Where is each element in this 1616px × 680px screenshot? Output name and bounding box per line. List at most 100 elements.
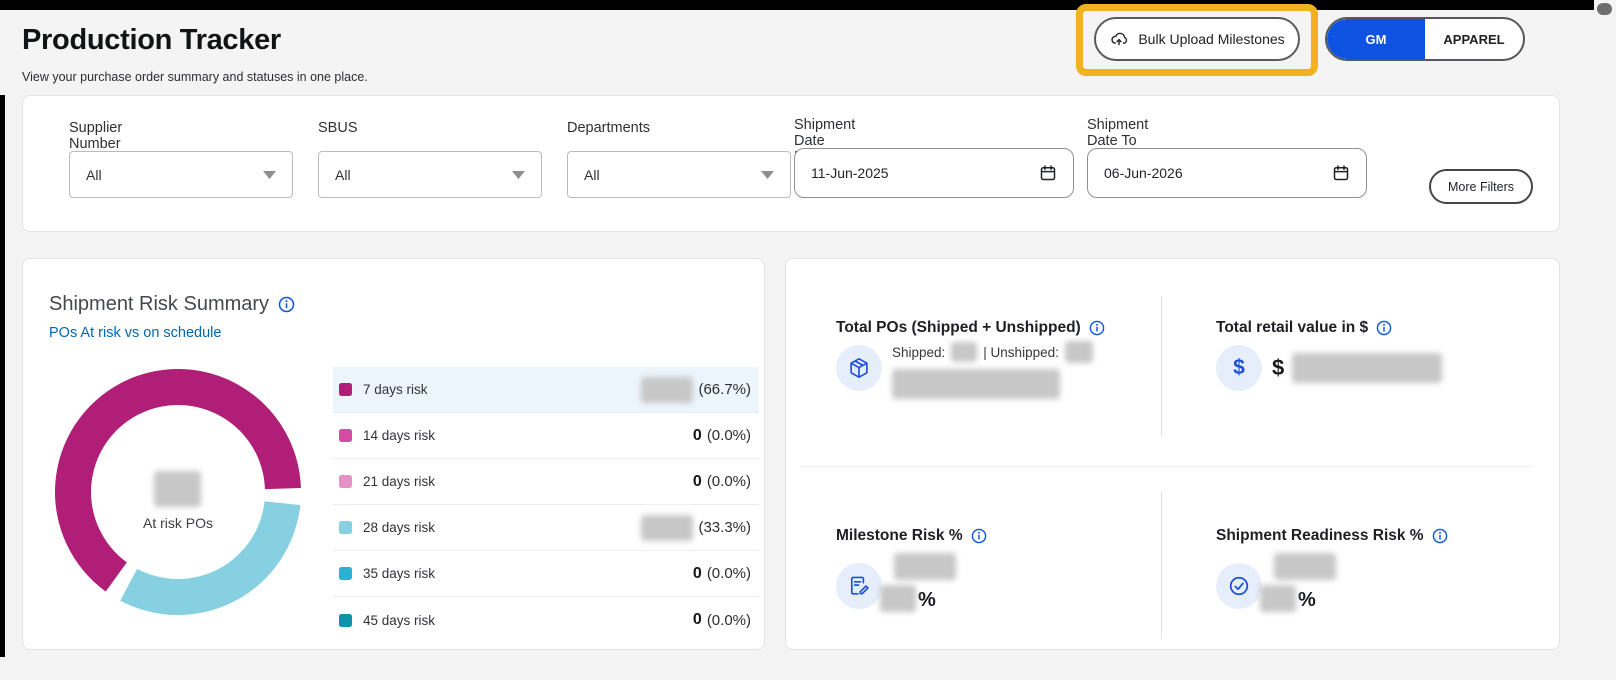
scrollbar-thumb[interactable] xyxy=(1597,3,1612,15)
legend-swatch xyxy=(339,613,352,627)
milestone-document-icon xyxy=(836,563,882,609)
shipment-date-from-value: 11-Jun-2025 xyxy=(811,165,889,181)
info-icon[interactable] xyxy=(971,528,987,544)
legend-swatch xyxy=(339,383,352,396)
calendar-icon[interactable] xyxy=(1039,164,1057,182)
kpi-milestone-risk: Milestone Risk % % xyxy=(836,527,1166,612)
kpi-title: Total POs (Shipped + Unshipped) xyxy=(836,319,1081,336)
kpi-total-pos: Total POs (Shipped + Unshipped) Shipped:… xyxy=(836,319,1166,404)
check-circle-icon xyxy=(1216,563,1262,609)
legend-pct: (0.0%) xyxy=(706,473,751,490)
shipment-risk-summary-card: Shipment Risk Summary POs At risk vs on … xyxy=(22,258,765,650)
legend-label: 45 days risk xyxy=(363,612,436,628)
legend-row-28-days[interactable]: 28 days risk (33.3%) xyxy=(333,505,759,551)
legend-count: 0 xyxy=(692,564,702,582)
departments-select[interactable]: All xyxy=(567,151,791,198)
sbus-value: All xyxy=(335,166,351,183)
legend-label: 7 days risk xyxy=(363,382,428,397)
legend-pct: (66.7%) xyxy=(698,381,751,398)
info-icon[interactable] xyxy=(1089,320,1105,336)
shipment-date-from-input[interactable]: 11-Jun-2025 xyxy=(794,148,1074,198)
shipped-value-redacted xyxy=(951,342,978,362)
kpi-title: Shipment Readiness Risk % xyxy=(1216,527,1424,544)
risk-summary-subtitle-link[interactable]: POs At risk vs on schedule xyxy=(49,325,221,341)
legend-count-redacted xyxy=(641,376,694,403)
milestone-risk-value-redacted xyxy=(894,553,956,580)
departments-label: Departments xyxy=(567,120,651,136)
legend-pct: (0.0%) xyxy=(706,611,751,629)
sbus-label: SBUS xyxy=(318,120,358,136)
kpi-shipment-readiness-risk: Shipment Readiness Risk % % xyxy=(1216,527,1546,612)
legend-label: 14 days risk xyxy=(363,428,436,443)
toggle-option-apparel[interactable]: APPAREL xyxy=(1425,19,1523,59)
departments-value: All xyxy=(584,166,600,183)
legend-swatch xyxy=(339,429,352,442)
legend-row-14-days[interactable]: 14 days risk 0 (0.0%) xyxy=(333,413,759,459)
legend-row-35-days[interactable]: 35 days risk 0 (0.0%) xyxy=(333,551,759,597)
shipment-date-to-value: 06-Jun-2026 xyxy=(1104,165,1183,181)
readiness-risk-pct-redacted xyxy=(1260,585,1296,612)
retail-value-redacted xyxy=(1292,353,1443,383)
cloud-upload-icon xyxy=(1109,29,1129,49)
currency-prefix: $ xyxy=(1272,355,1285,380)
risk-donut-chart[interactable]: At risk POs xyxy=(53,367,303,617)
bulk-upload-label: Bulk Upload Milestones xyxy=(1138,31,1285,47)
legend-row-7-days[interactable]: 7 days risk (66.7%) xyxy=(333,367,759,413)
legend-label: 35 days risk xyxy=(363,566,436,581)
package-icon xyxy=(836,345,882,391)
kpi-title: Milestone Risk % xyxy=(836,527,963,544)
kpi-total-retail-value: Total retail value in $ $ $ xyxy=(1216,319,1546,391)
supplier-number-label: Supplier Number xyxy=(69,120,123,152)
kpi-title: Total retail value in $ xyxy=(1216,319,1369,336)
milestone-risk-pct-redacted xyxy=(880,585,916,612)
legend-label: 21 days risk xyxy=(363,474,436,489)
shipment-date-to-input[interactable]: 06-Jun-2026 xyxy=(1087,148,1367,198)
info-icon[interactable] xyxy=(278,296,295,313)
legend-pct: (33.3%) xyxy=(698,519,751,536)
chevron-down-icon xyxy=(263,170,276,179)
page-title: Production Tracker xyxy=(22,24,281,56)
risk-legend: 7 days risk (66.7%) 14 days risk 0 (0.0%… xyxy=(333,367,759,643)
top-black-bar xyxy=(0,0,1594,10)
shipped-label: Shipped: xyxy=(892,344,946,360)
unshipped-value-redacted xyxy=(1064,341,1093,363)
legend-count: 0 xyxy=(692,472,702,490)
legend-swatch xyxy=(339,521,352,534)
info-icon[interactable] xyxy=(1432,528,1448,544)
legend-label: 28 days risk xyxy=(363,520,436,535)
filters-panel: Supplier Number All SBUS All Departments… xyxy=(22,95,1560,232)
left-edge-line xyxy=(0,95,5,657)
info-icon[interactable] xyxy=(1376,320,1392,336)
shipment-date-to-label: Shipment Date To xyxy=(1087,117,1149,149)
kpi-summary-card: Total POs (Shipped + Unshipped) Shipped:… xyxy=(785,258,1560,650)
legend-swatch xyxy=(339,475,352,488)
unshipped-label: | Unshipped: xyxy=(983,344,1059,360)
total-pos-value-redacted xyxy=(892,369,1060,399)
horizontal-divider xyxy=(801,466,1531,467)
percent-sign: % xyxy=(918,589,936,611)
percent-sign: % xyxy=(1298,589,1316,611)
legend-count: 0 xyxy=(692,611,702,628)
risk-summary-title: Shipment Risk Summary xyxy=(49,293,270,315)
supplier-number-value: All xyxy=(86,166,102,183)
legend-count: 0 xyxy=(692,426,702,444)
sbus-select[interactable]: All xyxy=(318,151,542,198)
gm-apparel-toggle: GM APPAREL xyxy=(1325,17,1525,61)
legend-row-21-days[interactable]: 21 days risk 0 (0.0%) xyxy=(333,459,759,505)
legend-pct: (0.0%) xyxy=(706,427,751,444)
donut-center-label: At risk POs xyxy=(142,515,213,531)
legend-pct: (0.0%) xyxy=(706,565,751,582)
supplier-number-select[interactable]: All xyxy=(69,151,293,198)
more-filters-button[interactable]: More Filters xyxy=(1429,169,1533,204)
at-risk-count-redacted xyxy=(154,471,201,507)
readiness-risk-value-redacted xyxy=(1274,553,1336,580)
chevron-down-icon xyxy=(761,170,774,179)
page-subtitle: View your purchase order summary and sta… xyxy=(22,70,368,84)
legend-row-45-days[interactable]: 45 days risk 0 (0.0%) xyxy=(333,597,759,643)
legend-count-redacted xyxy=(641,514,694,541)
bulk-upload-milestones-button[interactable]: Bulk Upload Milestones xyxy=(1094,17,1300,61)
legend-swatch xyxy=(339,567,352,580)
toggle-option-gm[interactable]: GM xyxy=(1327,19,1425,59)
dollar-icon: $ xyxy=(1216,345,1262,391)
calendar-icon[interactable] xyxy=(1332,164,1350,182)
